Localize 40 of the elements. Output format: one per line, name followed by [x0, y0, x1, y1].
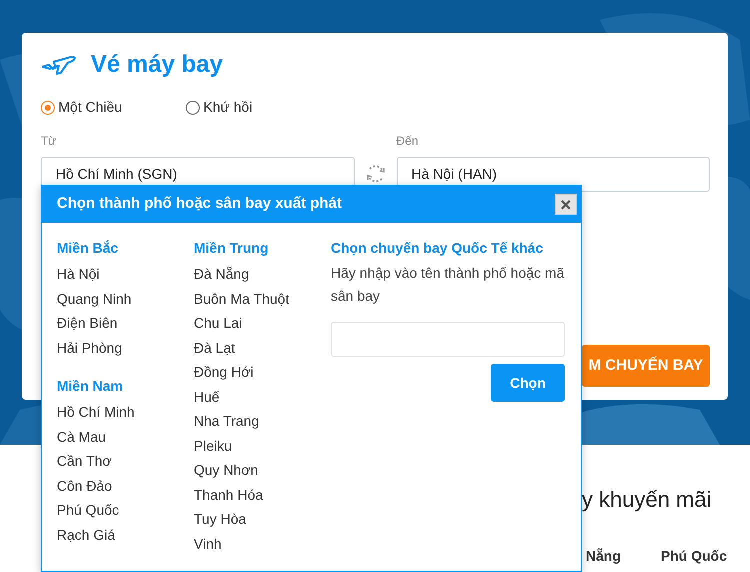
city-link[interactable]: Cần Thơ [57, 449, 194, 474]
city-link[interactable]: Huế [194, 384, 331, 409]
city-link[interactable]: Nha Trang [194, 409, 331, 434]
region-heading: Miền Trung [194, 239, 270, 258]
city-link[interactable]: Côn Đảo [57, 474, 194, 498]
page-title: Vé máy bay [91, 50, 224, 80]
city-link[interactable]: Buôn Ma Thuột [194, 286, 331, 311]
hint-text: Hãy nhập vào tên thành phố hoặc mã sân bay [331, 264, 565, 306]
city-link[interactable]: Đồng Hới [194, 360, 331, 384]
field-label: Từ [41, 133, 58, 150]
close-icon [561, 200, 571, 210]
swap-icon[interactable] [364, 163, 386, 185]
section-heading: y khuyến mãi [582, 486, 713, 514]
city-link[interactable]: Điện Biên [57, 311, 194, 336]
city-link[interactable]: Thanh Hóa [194, 482, 331, 507]
city-link[interactable]: Hồ Chí Minh [57, 400, 194, 424]
destination-tab[interactable]: Nẵng [586, 546, 621, 567]
radio-option[interactable]: Khứ hồi [186, 97, 331, 118]
city-link[interactable]: Phú Quốc [57, 498, 194, 522]
city-link[interactable]: Quy Nhơn [194, 458, 331, 482]
city-link[interactable]: Đà Nẵng [194, 262, 331, 286]
city-link[interactable]: Pleiku [194, 434, 331, 458]
city-link[interactable]: Vinh [194, 532, 331, 556]
close-button[interactable] [555, 194, 577, 215]
city-link[interactable]: Quang Ninh [57, 286, 194, 311]
city-link[interactable]: Tuy Hòa [194, 507, 331, 532]
region-heading: Miền Nam [57, 377, 124, 396]
input-field[interactable] [331, 322, 565, 357]
field-label: Đến [396, 133, 420, 150]
section-heading: Chọn chuyến bay Quốc Tế khác [331, 239, 544, 258]
city-link[interactable]: Đà Lạt [194, 336, 331, 360]
city-link[interactable]: Hải Phòng [57, 336, 194, 360]
city-link[interactable]: Rạch Giá [57, 522, 194, 547]
city-link[interactable]: Cà Mau [57, 424, 194, 449]
destination-tab[interactable]: Phú Quốc [661, 546, 728, 567]
dialog-title: Chọn thành phố hoặc sân bay xuất phát [57, 194, 342, 214]
radio-option[interactable]: Một Chiều [41, 97, 186, 118]
region-heading: Miền Bắc [57, 239, 120, 258]
city-link[interactable]: Chu Lai [194, 311, 331, 336]
city-link[interactable]: Hà Nội [57, 262, 194, 286]
